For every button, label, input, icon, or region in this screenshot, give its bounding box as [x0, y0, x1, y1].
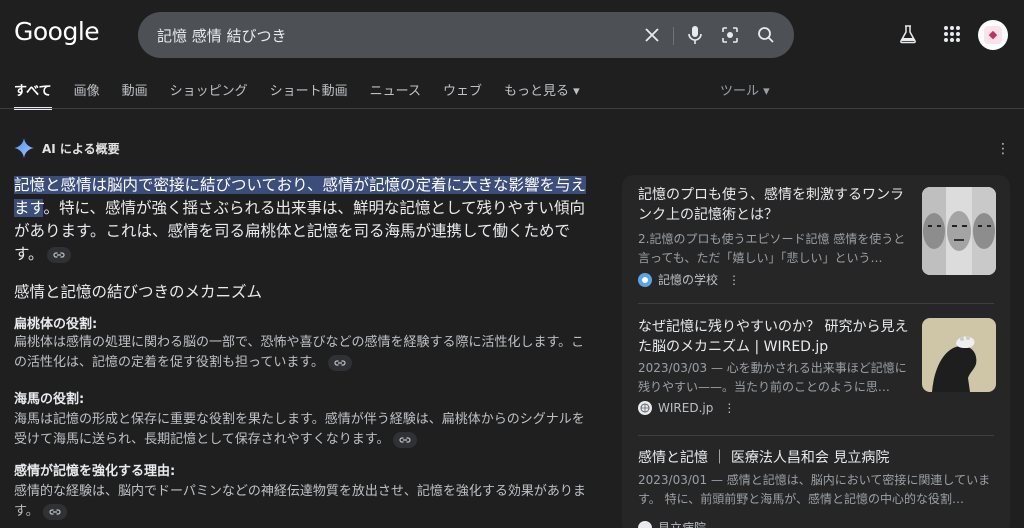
card-source[interactable]: 記憶の学校 ⋮	[638, 271, 740, 288]
card-source[interactable]: WIRED.jp ⋮	[638, 401, 735, 415]
clear-icon[interactable]	[640, 23, 664, 47]
card-thumbnail[interactable]	[922, 187, 996, 275]
item-title-reason: 感情が記憶を強化する理由:	[14, 464, 176, 479]
section-title: 感情と記憶の結びつきのメカニズム	[14, 283, 263, 301]
labs-flask-icon[interactable]	[896, 22, 920, 46]
item-title-hippocampus: 海馬の役割:	[14, 392, 85, 407]
mic-icon[interactable]	[683, 23, 707, 47]
ai-overview-summary: 記憶と感情は脳内で密接に結びついており、感情が記憶の定着に大きな影響を与えます。…	[14, 174, 594, 266]
tab-more[interactable]: もっと見る ▾	[504, 80, 580, 110]
item-text-hippocampus: 海馬は記憶の形成と保存に重要な役割を果たします。感情が伴う経験は、扁桃体からのシ…	[14, 410, 594, 450]
item-text: 感情的な経験は、脳内でドーパミンなどの神経伝達物質を放出させ、記憶を強化する効果…	[14, 484, 586, 519]
summary-text: 。特に、感情が強く揺さぶられる出来事は、鮮明な記憶として残りやすい傾向があります…	[14, 199, 586, 263]
tab-all[interactable]: すべて	[14, 80, 52, 110]
card-thumbnail[interactable]	[922, 318, 996, 392]
tab-short-videos[interactable]: ショート動画	[270, 80, 348, 110]
card-source[interactable]: 見立病院	[638, 519, 706, 528]
tab-shopping[interactable]: ショッピング	[170, 80, 248, 110]
source-link-icon[interactable]	[47, 246, 72, 263]
card-title[interactable]: なぜ記憶に残りやすいのか？ 研究から見えた脳のメカニズム | WIRED.jp	[638, 317, 910, 357]
item-text-amygdala: 扁桃体は感情の処理に関わる脳の一部で、恐怖や喜びなどの感情を経験する際に活性化し…	[14, 333, 594, 373]
search-divider	[673, 27, 674, 45]
apps-grid-icon[interactable]	[940, 22, 964, 46]
card-snippet: 2023/03/01 — 感情と記憶は、脳内において密接に関連しています。 特に…	[638, 473, 991, 506]
site-favicon-icon	[638, 520, 652, 528]
more-options-icon[interactable]: ⋮	[996, 141, 1010, 157]
card-divider	[638, 435, 994, 436]
search-icon[interactable]	[754, 23, 778, 47]
search-box[interactable]: 記憶 感情 結びつき	[138, 12, 794, 58]
card-snippet: 2.記憶のプロも使うエピソード記憶 感情を使うと言っても、ただ「嬉しい」「悲しい…	[638, 232, 906, 265]
ai-overview-label: AI による概要	[42, 141, 120, 156]
source-link-icon[interactable]	[393, 431, 418, 448]
tabs-divider	[0, 108, 1024, 109]
card-snippet: 2023/03/03 — 心を動かされる出来事ほど記憶に残りやすい——。当たり前…	[638, 361, 907, 394]
card-source-name: WIRED.jp	[658, 401, 714, 415]
header: Google 記憶 感情 結びつき ◆	[0, 0, 1024, 70]
search-input[interactable]: 記憶 感情 結びつき	[157, 25, 287, 46]
card-menu-icon[interactable]: ⋮	[728, 273, 740, 287]
source-link-icon[interactable]	[42, 503, 67, 520]
card-divider	[638, 303, 994, 304]
google-logo[interactable]: Google	[14, 17, 100, 46]
tab-videos[interactable]: 動画	[122, 80, 148, 110]
tab-news[interactable]: ニュース	[370, 80, 421, 110]
tab-images[interactable]: 画像	[74, 80, 100, 110]
item-text: 扁桃体は感情の処理に関わる脳の一部で、恐怖や喜びなどの感情を経験する際に活性化し…	[14, 335, 585, 370]
card-title[interactable]: 記憶のプロも使う、感情を刺激するワンランク上の記憶術とは？	[638, 185, 910, 225]
ai-overview-header: AI による概要	[14, 138, 120, 158]
avatar-image: ◆	[984, 26, 1002, 44]
source-link-icon[interactable]	[328, 354, 353, 371]
source-cards-panel: 記憶のプロも使う、感情を刺激するワンランク上の記憶術とは？ 2.記憶のプロも使う…	[622, 175, 1010, 528]
tab-web[interactable]: ウェブ	[443, 80, 482, 110]
gemini-sparkle-icon	[14, 138, 34, 158]
site-favicon-icon	[638, 401, 652, 415]
site-favicon-icon	[638, 272, 652, 287]
item-title-amygdala: 扁桃体の役割:	[14, 317, 98, 332]
card-source-name: 見立病院	[658, 521, 707, 528]
lens-icon[interactable]	[718, 23, 742, 47]
tools-button[interactable]: ツール ▾	[720, 80, 770, 99]
card-menu-icon[interactable]: ⋮	[723, 401, 735, 415]
item-text-reason: 感情的な経験は、脳内でドーパミンなどの神経伝達物質を放出させ、記憶を強化する効果…	[14, 482, 594, 522]
account-avatar[interactable]: ◆	[978, 20, 1008, 50]
card-title[interactable]: 感情と記憶 ｜ 医療法人昌和会 見立病院	[638, 448, 998, 468]
card-source-name: 記憶の学校	[658, 273, 719, 287]
search-tabs: すべて 画像 動画 ショッピング ショート動画 ニュース ウェブ もっと見る ▾	[14, 80, 602, 110]
item-text: 海馬は記憶の形成と保存に重要な役割を果たします。感情が伴う経験は、扁桃体からのシ…	[14, 412, 585, 447]
